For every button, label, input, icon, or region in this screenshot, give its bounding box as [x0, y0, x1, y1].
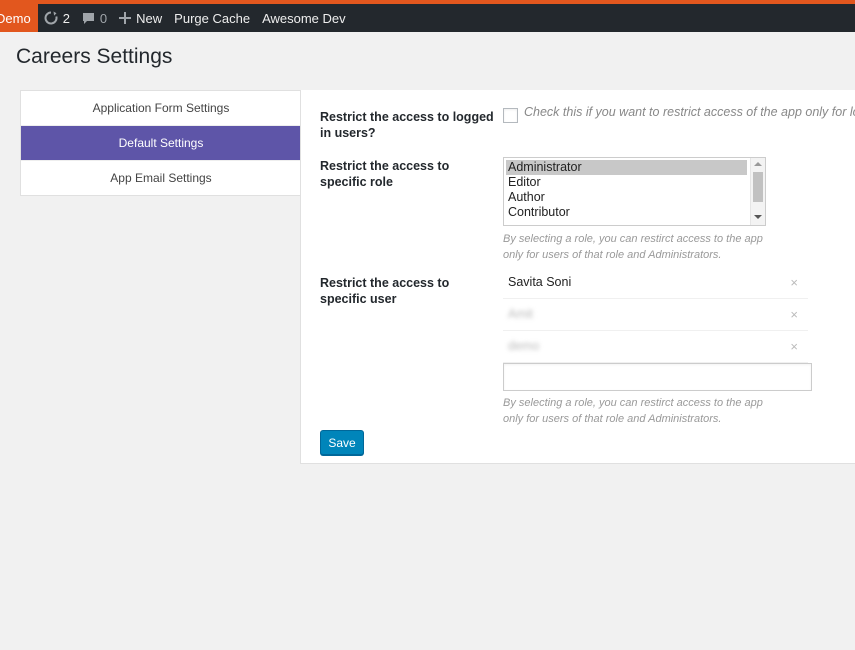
plus-icon — [119, 12, 132, 24]
settings-tabs: Application Form Settings Default Settin… — [20, 90, 310, 196]
updates-count: 2 — [62, 10, 70, 26]
user-item: Savita Soni × — [503, 267, 808, 299]
updates-link[interactable]: 2 — [38, 4, 76, 32]
tab-application-form-settings[interactable]: Application Form Settings — [21, 91, 301, 126]
settings-panel: Restrict the access to logged in users? … — [300, 90, 855, 464]
refresh-icon — [44, 11, 58, 25]
tab-default-settings[interactable]: Default Settings — [21, 126, 310, 161]
new-label: New — [136, 10, 163, 26]
admin-bar: Demo 2 0 New Purge Cache Awesome Dev — [0, 4, 855, 32]
save-button[interactable]: Save — [320, 430, 364, 455]
role-restriction-label: Restrict the access to specific role — [320, 159, 450, 189]
tab-label: App Email Settings — [110, 171, 212, 185]
scroll-thumb[interactable] — [753, 172, 763, 202]
remove-user-icon[interactable]: × — [790, 299, 798, 330]
user-name: demo — [508, 339, 540, 353]
user-name: Savita Soni — [508, 275, 572, 289]
purge-cache-label: Purge Cache — [174, 10, 251, 26]
user-restriction-label: Restrict the access to specific user — [320, 276, 450, 306]
logged-in-restriction-checkbox[interactable] — [503, 108, 518, 123]
tab-label: Application Form Settings — [92, 101, 230, 115]
page-title: Careers Settings — [16, 45, 173, 68]
comments-count: 0 — [99, 10, 108, 26]
comments-link[interactable]: 0 — [76, 4, 113, 32]
tab-app-email-settings[interactable]: App Email Settings — [21, 161, 301, 195]
role-option[interactable]: Contributor — [504, 205, 749, 220]
role-select[interactable]: Administrator Editor Author Contributor — [503, 157, 766, 226]
role-help-text: By selecting a role, you can restirct ac… — [503, 233, 763, 261]
role-option[interactable]: Author — [504, 190, 749, 205]
user-name: Amit — [508, 307, 533, 321]
remove-user-icon[interactable]: × — [790, 331, 798, 362]
tab-label: Default Settings — [118, 136, 204, 150]
user-help-text: By selecting a role, you can restirct ac… — [503, 397, 763, 425]
scroll-down-arrow-icon[interactable] — [754, 215, 762, 219]
role-select-scrollbar[interactable] — [750, 158, 765, 225]
role-option[interactable]: Editor — [504, 175, 749, 190]
role-option[interactable]: Administrator — [506, 160, 747, 175]
logged-in-restriction-description: Check this if you want to restrict acces… — [524, 105, 855, 119]
site-name-link[interactable]: Demo — [0, 4, 38, 32]
user-item: demo × — [503, 331, 808, 363]
theme-label: Awesome Dev — [262, 10, 346, 26]
user-search-input[interactable] — [503, 363, 812, 391]
theme-link[interactable]: Awesome Dev — [256, 4, 352, 32]
user-item: Amit × — [503, 299, 808, 331]
logged-in-restriction-label: Restrict the access to logged in users? — [320, 110, 494, 140]
selected-users-list: Savita Soni × Amit × demo × — [503, 267, 808, 363]
remove-user-icon[interactable]: × — [790, 267, 798, 298]
scroll-up-arrow-icon[interactable] — [754, 162, 762, 166]
site-name-label: Demo — [0, 10, 31, 26]
comment-icon — [82, 12, 95, 25]
new-content-link[interactable]: New — [113, 4, 168, 32]
purge-cache-link[interactable]: Purge Cache — [168, 4, 256, 32]
